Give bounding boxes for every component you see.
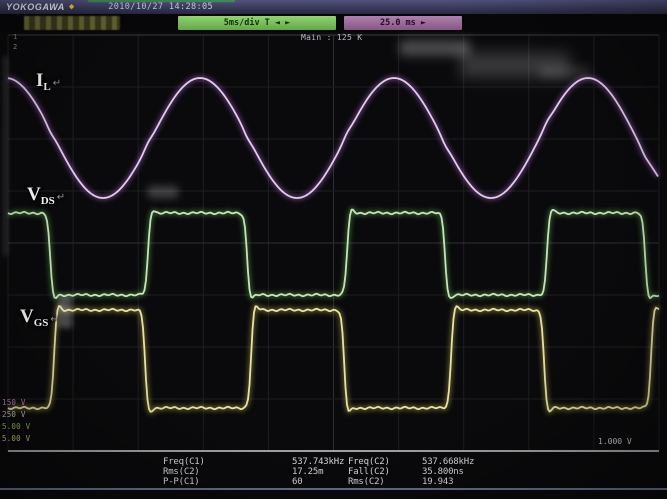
measurement-row: Rms(C2) 17.25m Fall(C2) 35.800ns <box>163 467 563 477</box>
measurement-value: 35.800ns <box>422 467 563 477</box>
header-bar: YOKOGAWA ◆ 2010/10/27 14:28:05 <box>0 0 667 14</box>
channel-marker-2: 2 <box>13 43 17 51</box>
measurement-value: 60 <box>292 477 348 487</box>
measurement-value: 537.743kHz <box>292 457 348 467</box>
graticule-canvas <box>0 0 667 499</box>
channel-scale-readout: 5.00 V <box>2 422 30 431</box>
annotation-vgs-symbol: V <box>20 306 34 327</box>
status-toolbar: 5ms/div T ◄ ► 25.0 ms ► <box>0 14 667 32</box>
measurement-label: Freq(C1) <box>163 457 292 467</box>
measurement-label: Freq(C2) <box>348 457 422 467</box>
measurement-value: 19.943 <box>422 477 563 487</box>
annotation-vgs: VGS↵ <box>20 306 59 329</box>
photo-green-streak <box>88 0 235 2</box>
channel-scale-readout: 150 V <box>2 398 26 407</box>
channel-scale-readout: 250 V <box>2 410 26 419</box>
measurement-label: Rms(C2) <box>348 477 422 487</box>
zoom-window-block[interactable]: 25.0 ms ► <box>344 16 462 30</box>
return-arrow-icon: ↵ <box>53 78 61 89</box>
measurement-value: 17.25m <box>292 467 348 477</box>
measurement-value: 537.668kHz <box>422 457 563 467</box>
return-arrow-icon: ↵ <box>57 192 65 203</box>
annotation-vgs-subscript: GS <box>34 317 49 329</box>
edge-scale-readout: 1.000 V <box>598 437 632 446</box>
datetime-readout: 2010/10/27 14:28:05 <box>108 2 213 12</box>
measurement-label: P-P(C1) <box>163 477 292 487</box>
diamond-icon: ◆ <box>69 2 74 12</box>
annotation-vds-subscript: DS <box>41 195 55 207</box>
measurement-label: Fall(C2) <box>348 467 422 477</box>
record-length-readout: Main : 125 K <box>301 33 362 42</box>
oscilloscope-screen: YOKOGAWA ◆ 2010/10/27 14:28:05 5ms/div T… <box>0 0 667 499</box>
photo-edge-line <box>0 488 667 490</box>
acquisition-status-block[interactable] <box>24 16 120 30</box>
brand-logo: YOKOGAWA <box>6 2 65 12</box>
annotation-il-subscript: L <box>43 81 50 93</box>
measurement-row: P-P(C1) 60 Rms(C2) 19.943 <box>163 477 563 487</box>
channel-marker-1: 1 <box>13 33 17 41</box>
annotation-vds-symbol: V <box>27 184 41 205</box>
measurement-label: Rms(C2) <box>163 467 292 477</box>
channel-scale-readout: 5.00 V <box>2 434 30 443</box>
measurement-row: Freq(C1) 537.743kHz Freq(C2) 537.668kHz <box>163 457 563 467</box>
return-arrow-icon: ↵ <box>50 314 58 325</box>
annotation-il: IL↵ <box>36 70 61 93</box>
annotation-vds: VDS↵ <box>27 184 65 207</box>
timebase-block[interactable]: 5ms/div T ◄ ► <box>178 16 336 30</box>
